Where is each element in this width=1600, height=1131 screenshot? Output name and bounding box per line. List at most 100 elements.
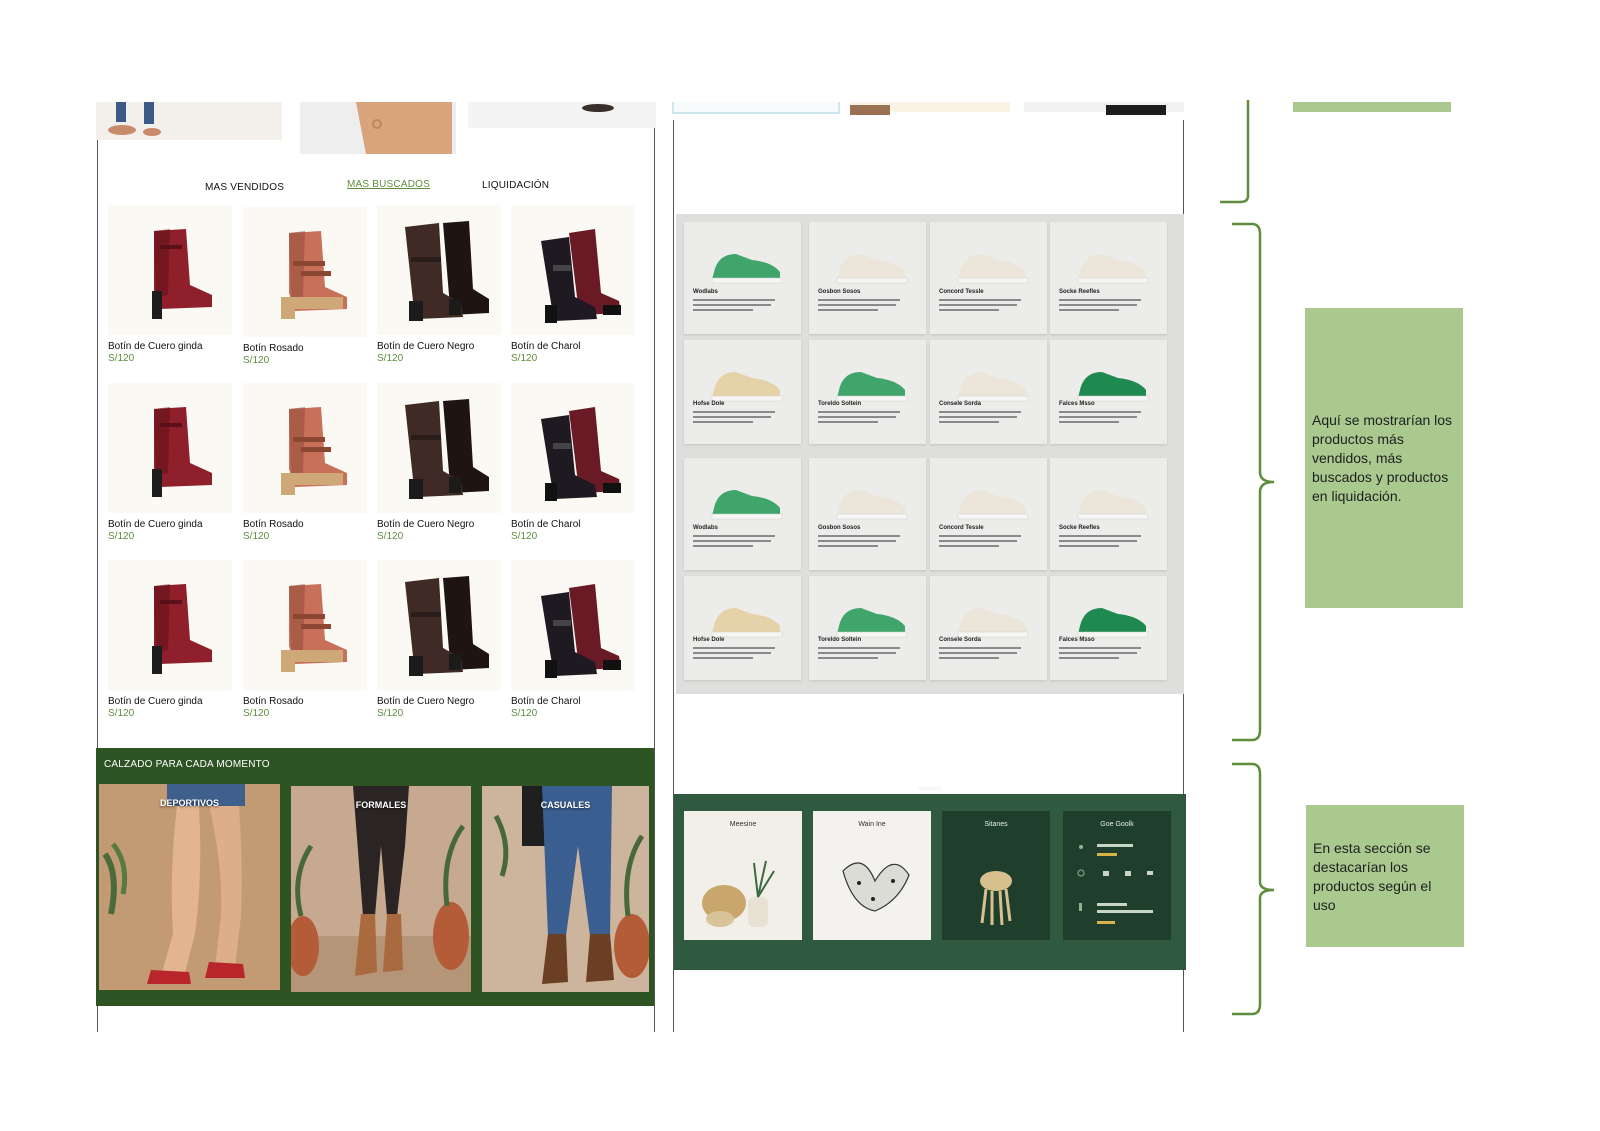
product-price: S/120 xyxy=(377,531,404,542)
sneaker-desc-line xyxy=(818,657,878,659)
product-price: S/120 xyxy=(108,708,135,719)
product-image[interactable] xyxy=(377,383,501,513)
product-price: S/120 xyxy=(377,708,404,719)
categories-title: CALZADO PARA CADA MOMENTO xyxy=(104,759,270,770)
category-label-deportivos: DEPORTIVOS xyxy=(159,798,219,808)
sneaker-card[interactable]: Hofse Dole xyxy=(684,340,801,444)
category-label-casuales: CASUALES xyxy=(540,800,591,810)
product-image[interactable] xyxy=(243,560,367,690)
tab-liquidacion[interactable]: LIQUIDACIÓN xyxy=(482,180,549,191)
product-card[interactable]: Botín de Charol S/120 xyxy=(511,560,635,719)
sneaker-card[interactable]: Concord Tessle xyxy=(930,458,1047,570)
product-name: Botín de Charol xyxy=(511,341,581,352)
category-tile-formales[interactable]: FORMALES xyxy=(291,786,471,992)
sneaker-card[interactable]: Wodlabs xyxy=(684,458,801,570)
product-card[interactable]: Botín de Cuero ginda S/120 xyxy=(108,205,232,364)
product-card[interactable]: Botín Rosado S/120 xyxy=(243,560,367,719)
product-image[interactable] xyxy=(108,560,232,690)
product-price: S/120 xyxy=(511,353,538,364)
sneaker-desc-line xyxy=(693,309,753,311)
boot-image xyxy=(541,229,621,323)
featured-card[interactable]: Sitanes xyxy=(942,811,1050,940)
sneaker-card[interactable]: Socke Reefles xyxy=(1050,222,1167,334)
boot-image xyxy=(541,407,621,501)
sneaker-desc-line xyxy=(818,309,878,311)
product-name: Botín de Cuero Negro xyxy=(377,696,475,707)
sneaker-desc-line xyxy=(693,540,771,542)
product-image[interactable] xyxy=(243,383,367,513)
sneaker-image xyxy=(836,254,908,284)
featured-band-title: Wames xyxy=(918,786,942,793)
featured-card[interactable]: Goe Goolk xyxy=(1063,811,1171,940)
sneaker-desc-line xyxy=(1059,421,1119,423)
sneaker-desc-line xyxy=(818,540,896,542)
sneaker-desc-line xyxy=(693,299,775,301)
sneaker-desc-line xyxy=(818,535,900,537)
sneaker-desc-line xyxy=(1059,535,1141,537)
sneaker-card[interactable]: Gosbon Sosos xyxy=(809,458,926,570)
tab-mas-vendidos[interactable]: MAS VENDIDOS xyxy=(205,182,284,193)
sneaker-desc-line xyxy=(1059,540,1137,542)
sneaker-desc-line xyxy=(818,421,878,423)
product-image[interactable] xyxy=(377,560,501,690)
product-card[interactable]: Botín de Cuero ginda S/120 xyxy=(108,383,232,542)
sneaker-desc-line xyxy=(818,411,900,413)
sneaker-desc-line xyxy=(1059,652,1137,654)
sneaker-desc-line xyxy=(1059,657,1119,659)
product-price: S/120 xyxy=(108,531,135,542)
product-name: Botín de Charol xyxy=(511,696,581,707)
hero-thumb-3 xyxy=(468,102,656,128)
sneaker-desc-line xyxy=(1059,304,1137,306)
featured-card[interactable]: Meesine xyxy=(684,811,802,940)
sneaker-card[interactable]: Consele Sorda xyxy=(930,576,1047,680)
sneaker-card[interactable]: Falces Msso xyxy=(1050,576,1167,680)
product-card[interactable]: Botín de Cuero ginda S/120 xyxy=(108,560,232,719)
product-image[interactable] xyxy=(108,205,232,335)
tab-mas-buscados[interactable]: MAS BUSCADOS xyxy=(347,179,430,190)
featured-card-title: Goe Goolk xyxy=(1100,821,1134,828)
product-card[interactable]: Botín de Charol S/120 xyxy=(511,383,635,542)
sneaker-card[interactable]: Gosbon Sosos xyxy=(809,222,926,334)
category-tile-casuales[interactable]: CASUALES xyxy=(482,786,649,992)
product-image[interactable] xyxy=(377,205,501,335)
product-name: Botín Rosado xyxy=(243,343,304,354)
category-tile-deportivos[interactable]: DEPORTIVOS xyxy=(99,784,280,990)
product-price: S/120 xyxy=(243,531,270,542)
product-card[interactable]: Botín de Charol S/120 xyxy=(511,205,635,364)
product-image[interactable] xyxy=(243,207,367,337)
sneaker-card[interactable]: Toreldo Soltein xyxy=(809,340,926,444)
sneaker-desc-line xyxy=(693,545,753,547)
product-image[interactable] xyxy=(511,205,635,335)
product-card[interactable]: Botín Rosado S/120 xyxy=(243,207,367,366)
product-card[interactable]: Botín de Cuero Negro S/120 xyxy=(377,383,501,542)
sneaker-card[interactable]: Concord Tessle xyxy=(930,222,1047,334)
sneaker-card[interactable]: Wodlabs xyxy=(684,222,801,334)
sneaker-card[interactable]: Socke Reefles xyxy=(1050,458,1167,570)
product-name: Botín Rosado xyxy=(243,519,304,530)
product-card[interactable]: Botín Rosado S/120 xyxy=(243,383,367,542)
product-name: Botín de Cuero Negro xyxy=(377,519,475,530)
bracket-bottom xyxy=(1232,762,1275,1016)
boot-image xyxy=(281,584,347,672)
product-card[interactable]: Botín de Cuero Negro S/120 xyxy=(377,205,501,364)
sneaker-card[interactable]: Hofse Dole xyxy=(684,576,801,680)
sneaker-desc-line xyxy=(693,416,771,418)
sneaker-name: Falces Msso xyxy=(1059,401,1095,407)
sneaker-desc-line xyxy=(693,535,775,537)
product-image[interactable] xyxy=(511,383,635,513)
product-card[interactable]: Botín de Cuero Negro S/120 xyxy=(377,560,501,719)
sneaker-desc-line xyxy=(818,416,896,418)
sneaker-name: Falces Msso xyxy=(1059,637,1095,643)
sneaker-card[interactable]: Toreldo Soltein xyxy=(809,576,926,680)
featured-card[interactable]: Wain Ine xyxy=(813,811,931,940)
product-image[interactable] xyxy=(108,383,232,513)
product-image[interactable] xyxy=(511,560,635,690)
product-name: Botín de Cuero ginda xyxy=(108,519,203,530)
sneaker-image xyxy=(957,254,1029,284)
sneaker-desc-line xyxy=(1059,416,1137,418)
featured-card-title: Wain Ine xyxy=(858,821,886,828)
sneaker-card[interactable]: Falces Msso xyxy=(1050,340,1167,444)
product-name: Botín de Cuero ginda xyxy=(108,341,203,352)
sneaker-card[interactable]: Consele Sorda xyxy=(930,340,1047,444)
boot-image xyxy=(281,231,347,319)
